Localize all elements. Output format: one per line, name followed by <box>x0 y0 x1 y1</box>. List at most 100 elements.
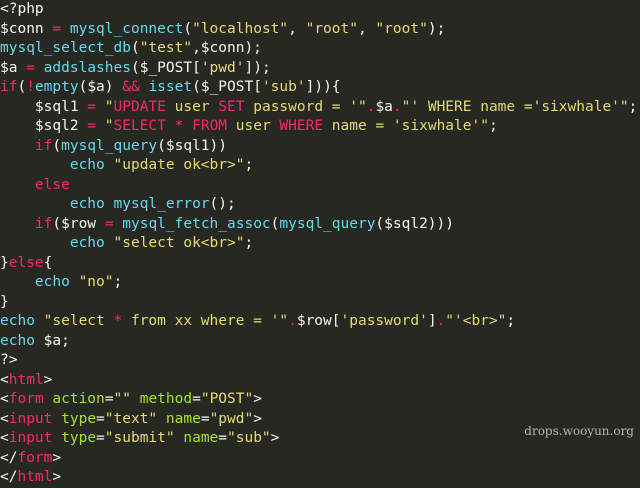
code-token: echo <box>34 274 70 290</box>
code-token: ($_POST[ <box>192 79 262 95</box>
watermark: drops.wooyun.org <box>524 424 634 438</box>
code-token: ; <box>244 157 254 173</box>
code-token: "select ok<br>" <box>113 235 245 251</box>
code-token: $a <box>375 98 393 115</box>
code-token: name <box>165 410 201 427</box>
code-token: mysql_query <box>279 215 376 232</box>
code-token: echo <box>69 235 105 251</box>
code-token: * <box>113 313 123 329</box>
code-line-16: } <box>0 293 637 313</box>
code-token: ); <box>427 20 446 37</box>
code-token: 'pwd' <box>200 59 245 76</box>
code-token: "localhost" <box>192 20 289 37</box>
code-token: "root" <box>375 20 428 37</box>
code-line-14: }else{ <box>0 254 637 274</box>
code-token: echo <box>0 313 35 329</box>
code-line-25: </html> <box>0 468 637 488</box>
code-token: "' WHERE name ='sixwhale'" <box>401 98 629 115</box>
code-line-5: if(!empty($a) && isset($_POST['sub'])){ <box>0 78 637 98</box>
code-line-18: echo $a; <box>0 332 637 352</box>
code-line-11: echo mysql_error(); <box>0 195 637 215</box>
code-token: = <box>17 59 44 76</box>
code-token: "POST" <box>200 391 254 407</box>
code-token: < <box>0 371 9 388</box>
code-line-1: <?php <box>0 0 637 20</box>
code-token: UPDATE <box>113 98 166 115</box>
code-token: input <box>8 430 53 446</box>
code-token: $conn <box>0 20 44 37</box>
code-token: . <box>392 98 402 115</box>
code-token: html <box>17 469 53 485</box>
code-token: ?> <box>0 352 18 368</box>
code-token: ( <box>52 137 62 154</box>
code-line-9: echo "update ok<br>"; <box>0 156 637 176</box>
code-token: method <box>139 391 193 407</box>
code-token: ; <box>506 313 516 329</box>
code-editor[interactable]: <?php $conn = mysql_connect("localhost", … <box>0 0 637 488</box>
code-token: "text" <box>104 410 158 427</box>
code-token: "submit" <box>104 430 175 446</box>
code-line-10: else <box>0 176 637 196</box>
code-token: , <box>288 20 306 37</box>
code-token: = <box>78 118 105 134</box>
code-token: ( <box>130 40 140 56</box>
code-token: mysql_query <box>61 137 158 154</box>
code-token: ; <box>244 235 254 251</box>
code-token: name <box>183 430 219 446</box>
code-token: ( <box>17 79 27 95</box>
code-token: else <box>8 254 44 271</box>
code-token: . <box>288 313 297 329</box>
code-line-12: if($row = mysql_fetch_assoc(mysql_query(… <box>0 215 637 235</box>
code-token: ! <box>26 79 35 95</box>
code-token: $a; <box>34 332 70 349</box>
code-token: $sql2 <box>0 118 79 134</box>
code-token: ( <box>183 20 193 37</box>
code-token: = <box>200 410 210 427</box>
code-token: $row[ <box>296 313 341 329</box>
code-token: WHERE <box>279 118 324 134</box>
code-token: SET <box>218 98 245 115</box>
code-token: && <box>122 79 140 95</box>
code-line-20: <html> <box>0 371 637 391</box>
code-token: SELECT <box>113 118 166 134</box>
code-token: (); <box>209 196 236 212</box>
code-token: } <box>0 254 9 271</box>
code-token: = <box>78 98 105 115</box>
code-token: if <box>34 137 53 154</box>
code-token: > <box>253 410 262 427</box>
code-token: type <box>61 430 97 446</box>
code-token: echo <box>69 196 105 212</box>
code-token: ($a) <box>78 79 123 95</box>
code-token: "select <box>43 313 114 329</box>
code-token: "" <box>113 391 131 407</box>
code-token: "sub" <box>227 430 271 446</box>
code-line-17: echo "select * from xx where = '".$row['… <box>0 312 637 332</box>
code-token: echo <box>69 157 105 173</box>
code-token: 'password' <box>340 313 428 329</box>
code-line-7: $sql2 = "SELECT * FROM user WHERE name =… <box>0 117 637 137</box>
code-token: echo <box>0 332 35 349</box>
code-token: type <box>61 410 97 427</box>
code-token: password = '" <box>244 98 367 115</box>
code-token: "test" <box>139 40 193 56</box>
code-line-19: ?> <box>0 351 637 371</box>
code-token: > <box>43 371 53 388</box>
code-token: ($_POST[ <box>130 59 201 76</box>
code-token: input <box>8 410 53 427</box>
code-token: > <box>253 391 262 407</box>
code-token: if <box>0 79 18 95</box>
code-token: form <box>8 391 44 407</box>
code-token: ]); <box>244 59 271 76</box>
code-token: = <box>192 391 201 407</box>
code-token: ])){ <box>305 79 341 95</box>
